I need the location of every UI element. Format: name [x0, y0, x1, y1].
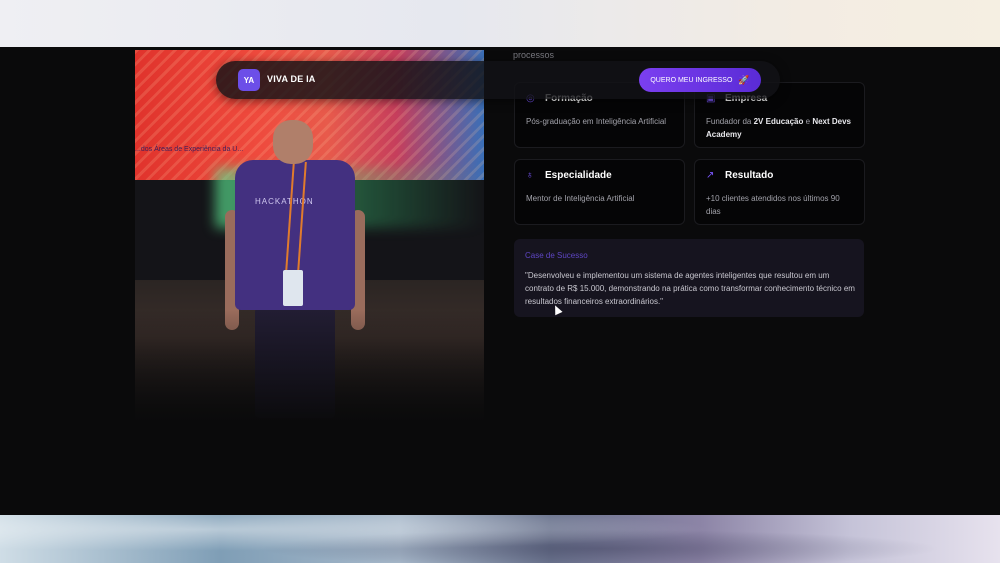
brand-logo[interactable]: YA: [238, 69, 260, 91]
card-text: Fundador da 2V Educação e Next Devs Acad…: [706, 115, 856, 141]
photo-bottom-fade: [135, 310, 484, 425]
card-text-prefix: Fundador da: [706, 117, 754, 126]
desktop-background-bottom: [0, 515, 1000, 563]
brand-name[interactable]: VIVA DE IA: [267, 74, 316, 84]
card-title: Resultado: [725, 170, 774, 181]
rocket-icon: 🚀: [738, 74, 750, 85]
person-badge: [283, 270, 303, 306]
shirt-print: HACKATHON: [255, 197, 314, 206]
browser-viewport: ...dos Áreas de Experiência da U... HACK…: [0, 47, 1000, 515]
success-case-box: Case de Sucesso "Desenvolveu e implement…: [514, 239, 864, 317]
buy-ticket-button[interactable]: QUERO MEU INGRESSO 🚀: [639, 68, 761, 92]
floating-navbar: YA VIVA DE IA QUERO MEU INGRESSO 🚀: [216, 61, 780, 99]
logo-mark: YA: [243, 75, 255, 85]
card-text: Mentor de Inteligência Artificial: [526, 194, 635, 203]
trend-up-icon: ↗: [706, 170, 715, 181]
card-resultado: ↗ Resultado +10 clientes atendidos nos ú…: [694, 159, 865, 225]
award-icon: ♁: [526, 170, 534, 181]
card-text: Pós-graduação em Inteligência Artificial: [526, 117, 667, 126]
card-text-mid: e: [803, 117, 813, 126]
card-text: +10 clientes atendidos nos últimos 90 di…: [706, 194, 840, 216]
cta-label: QUERO MEU INGRESSO: [650, 76, 733, 84]
card-title: Especialidade: [545, 170, 612, 181]
desktop-background-top: [0, 0, 1000, 47]
success-case-quote: "Desenvolveu e implementou um sistema de…: [525, 271, 855, 306]
person-head: [273, 120, 313, 164]
success-case-label: Case de Sucesso: [525, 251, 588, 260]
company-name-1: 2V Educação: [753, 117, 804, 126]
speaker-photo: ...dos Áreas de Experiência da U... HACK…: [135, 50, 484, 425]
card-especialidade: ♁ Especialidade Mentor de Inteligência A…: [514, 159, 685, 225]
section-heading-peek: processos: [513, 50, 555, 60]
